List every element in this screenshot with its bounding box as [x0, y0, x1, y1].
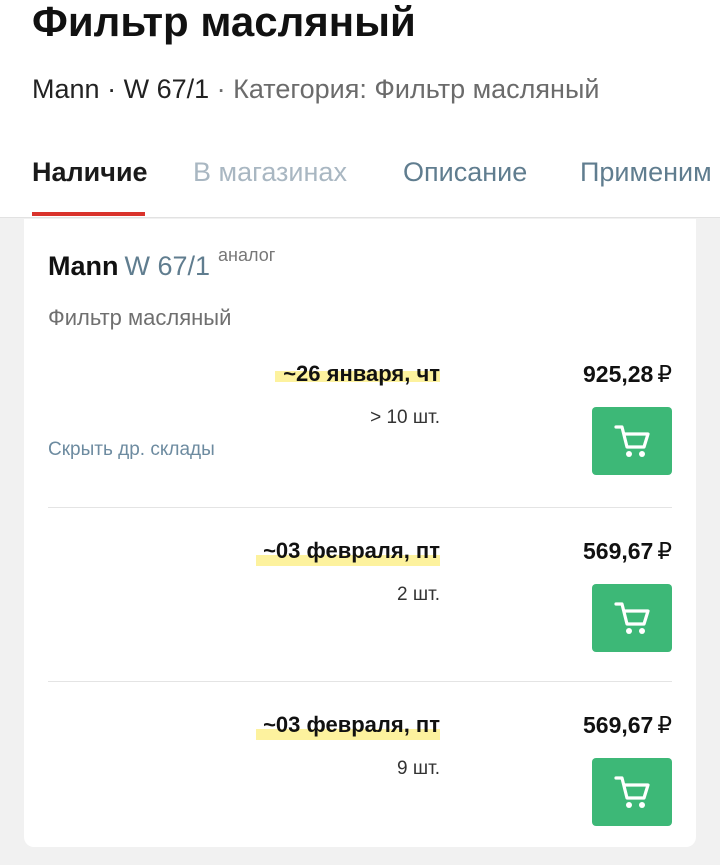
subtitle-separator: ·	[216, 74, 226, 104]
tab-in-stores[interactable]: В магазинах	[193, 154, 347, 190]
offer-card: Mann W 67/1 аналог Фильтр масляный ~26 янв…	[24, 219, 696, 847]
offer-row: ~03 февраля, пт 9 шт. 569,67 ₽	[48, 681, 672, 847]
tab-description[interactable]: Описание	[403, 154, 527, 190]
subtitle-category: Категория: Фильтр масляный	[233, 74, 600, 104]
offer-row: ~03 февраля, пт 2 шт. 569,67 ₽	[48, 507, 672, 681]
tab-availability[interactable]: Наличие	[32, 154, 148, 190]
product-line: Mann W 67/1 аналог	[48, 245, 275, 282]
subtitle-article: W 67/1	[123, 74, 210, 104]
tab-applicability[interactable]: Применим	[580, 154, 712, 190]
delivery-date: ~03 февраля, пт	[263, 538, 440, 563]
subtitle-brand: Mann	[32, 74, 100, 104]
active-tab-indicator	[32, 212, 145, 216]
offer-row: ~26 января, чт > 10 шт. 925,28 ₽ Скрыть д…	[48, 349, 672, 507]
cart-icon	[614, 776, 650, 808]
product-article-link[interactable]: W 67/1	[125, 251, 211, 281]
add-to-cart-button[interactable]	[592, 407, 672, 475]
page-header: Фильтр масляный Mann · W 67/1 · Категори…	[0, 0, 720, 218]
stock-quantity: 9 шт.	[397, 758, 440, 779]
delivery-date: ~03 февраля, пт	[263, 712, 440, 737]
add-to-cart-button[interactable]	[592, 758, 672, 826]
product-brand: Mann	[48, 251, 119, 281]
product-description: Фильтр масляный	[48, 305, 232, 330]
add-to-cart-button[interactable]	[592, 584, 672, 652]
offer-price: 569,67 ₽	[583, 712, 672, 738]
delivery-date: ~26 января, чт	[283, 361, 440, 386]
stock-quantity: > 10 шт.	[370, 407, 440, 428]
offer-price: 569,67 ₽	[583, 538, 672, 564]
cart-icon	[614, 425, 650, 457]
stock-quantity: 2 шт.	[397, 584, 440, 605]
subtitle-separator: ·	[107, 74, 117, 104]
analog-tag: аналог	[218, 245, 276, 265]
product-subtitle: Mann · W 67/1 · Категория: Фильтр маслян…	[32, 72, 599, 106]
hide-warehouses-link[interactable]: Скрыть др. склады	[48, 439, 215, 461]
offer-price: 925,28 ₽	[583, 361, 672, 387]
cart-icon	[614, 602, 650, 634]
page-title: Фильтр масляный	[32, 0, 416, 45]
